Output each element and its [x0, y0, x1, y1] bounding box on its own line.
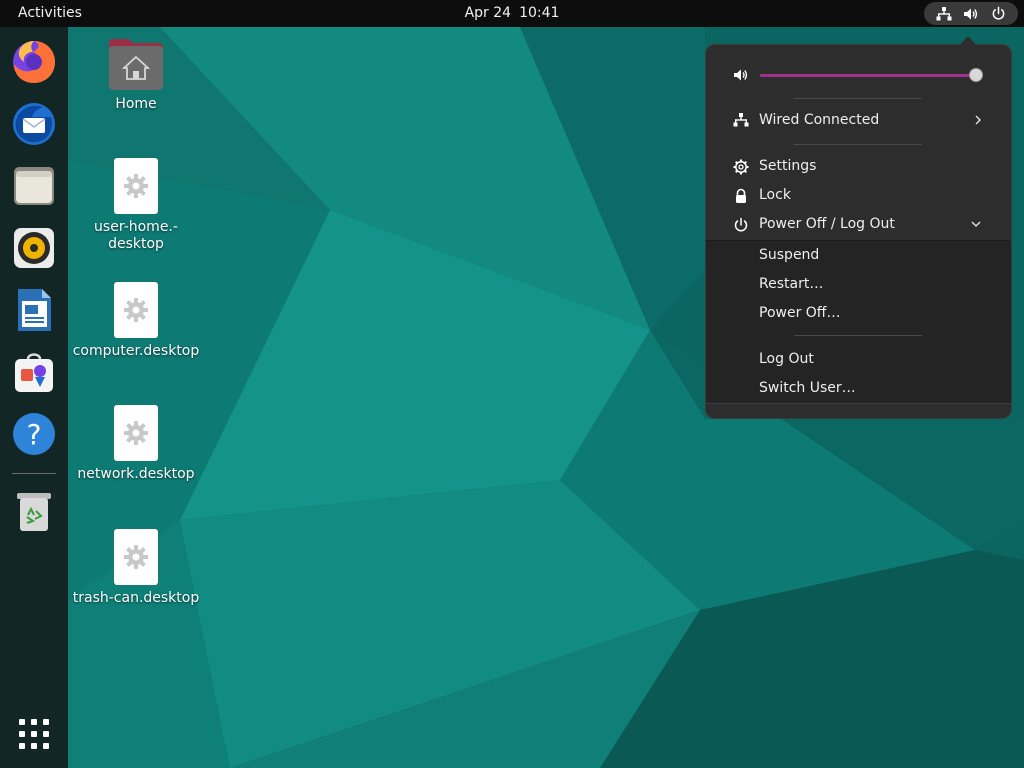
- dock: ?: [0, 27, 68, 768]
- software-store-launcher[interactable]: [9, 347, 59, 397]
- lock-label: Lock: [759, 187, 791, 203]
- power-off-log-out-label: Power Off / Log Out: [759, 216, 895, 232]
- rhythmbox-icon: [14, 228, 54, 268]
- files-icon: [14, 167, 54, 205]
- rhythmbox-launcher[interactable]: [9, 223, 59, 273]
- desktop-icon-label: Home: [115, 96, 157, 112]
- help-launcher[interactable]: ?: [9, 409, 59, 459]
- desktop-icon-label: user-home.- desktop: [94, 219, 178, 252]
- volume-slider-fill: [760, 74, 976, 77]
- menu-separator: [794, 144, 922, 145]
- suspend-item[interactable]: Suspend: [706, 241, 1011, 270]
- wired-connected-item[interactable]: Wired Connected: [706, 106, 1011, 135]
- software-store-icon: [15, 353, 53, 392]
- libreoffice-writer-icon: [18, 289, 51, 331]
- volume-slider-handle[interactable]: [969, 68, 983, 82]
- desktop-icon-label: network.desktop: [77, 466, 195, 482]
- restart-item[interactable]: Restart…: [706, 270, 1011, 299]
- lock-item[interactable]: Lock: [706, 181, 1011, 210]
- clock-time[interactable]: 10:41: [519, 5, 559, 21]
- desktop-file-gear-icon: [114, 158, 158, 214]
- home-folder-icon: [68, 37, 204, 91]
- svg-text:?: ?: [27, 418, 42, 451]
- network-wired-icon: [936, 6, 952, 21]
- power-off-label: Power Off…: [759, 305, 841, 321]
- thunderbird-launcher[interactable]: [9, 99, 59, 149]
- volume-slider[interactable]: [760, 68, 983, 82]
- lock-icon: [733, 188, 749, 204]
- power-icon: [991, 6, 1006, 21]
- wired-connected-label: Wired Connected: [759, 112, 880, 128]
- thunderbird-icon: [13, 103, 55, 145]
- power-submenu: Suspend Restart… Power Off… Log Out Swit…: [706, 240, 1011, 404]
- menu-separator: [794, 335, 922, 336]
- volume-icon: [733, 67, 749, 83]
- volume-icon: [963, 7, 979, 21]
- menu-separator: [794, 98, 922, 99]
- menu-arrow: [960, 36, 976, 45]
- clock[interactable]: Apr 24 10:41: [0, 0, 1024, 27]
- suspend-label: Suspend: [759, 247, 820, 263]
- power-icon: [733, 217, 749, 233]
- trash-launcher[interactable]: [9, 487, 59, 537]
- clock-date[interactable]: Apr 24: [465, 5, 511, 21]
- settings-label: Settings: [759, 158, 817, 174]
- desktop-icon-computer[interactable]: computer.desktop: [68, 282, 204, 360]
- power-off-log-out-item[interactable]: Power Off / Log Out: [706, 210, 1011, 239]
- trash-icon: [17, 493, 51, 531]
- desktop-icon-trash-can[interactable]: trash-can.desktop: [68, 529, 204, 607]
- system-status-area[interactable]: [924, 2, 1018, 25]
- restart-label: Restart…: [759, 276, 824, 292]
- desktop-icon-label: trash-can.desktop: [72, 590, 200, 606]
- desktop-file-gear-icon: [114, 529, 158, 585]
- show-apps-button[interactable]: [9, 709, 59, 759]
- desktop-icon-user-home[interactable]: user-home.- desktop: [68, 158, 204, 253]
- desktop-icon-home[interactable]: Home: [68, 37, 204, 113]
- firefox-icon: [13, 41, 55, 83]
- chevron-down-icon: [969, 217, 983, 235]
- settings-item[interactable]: Settings: [706, 152, 1011, 181]
- dock-separator: [12, 473, 56, 474]
- log-out-label: Log Out: [759, 351, 814, 367]
- help-icon: ?: [13, 413, 55, 455]
- desktop-file-gear-icon: [114, 405, 158, 461]
- desktop-icon-label: computer.desktop: [72, 343, 200, 359]
- chevron-right-icon: [973, 113, 983, 131]
- switch-user-item[interactable]: Switch User…: [706, 374, 1011, 403]
- show-apps-icon: [19, 719, 49, 749]
- system-menu: Wired Connected Settings Lock Power Off …: [705, 44, 1012, 419]
- log-out-item[interactable]: Log Out: [706, 345, 1011, 374]
- firefox-launcher[interactable]: [9, 37, 59, 87]
- network-wired-icon: [733, 113, 749, 129]
- top-bar: Activities Apr 24 10:41: [0, 0, 1024, 27]
- activities-button[interactable]: Activities: [8, 0, 92, 27]
- switch-user-label: Switch User…: [759, 380, 856, 396]
- libreoffice-writer-launcher[interactable]: [9, 285, 59, 335]
- gear-icon: [733, 159, 749, 175]
- desktop-file-gear-icon: [114, 282, 158, 338]
- files-launcher[interactable]: [9, 161, 59, 211]
- desktop-icon-network[interactable]: network.desktop: [68, 405, 204, 483]
- power-off-item[interactable]: Power Off…: [706, 299, 1011, 328]
